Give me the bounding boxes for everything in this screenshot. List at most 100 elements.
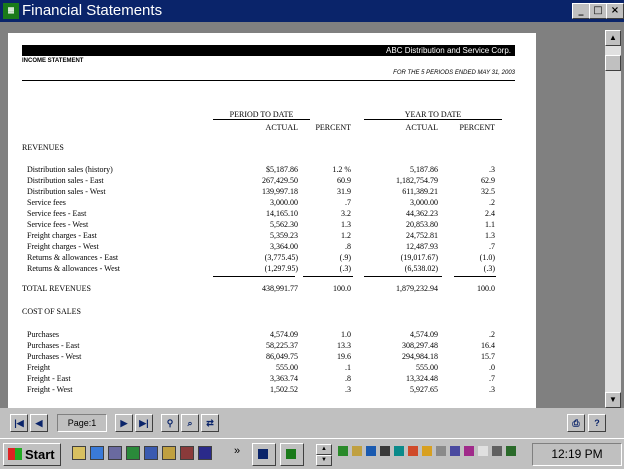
ptd-percent-header: PERCENT <box>315 123 351 132</box>
browser-icon[interactable] <box>90 446 104 460</box>
print-icon[interactable]: ⎙ <box>567 414 585 432</box>
minimize-button[interactable]: _ <box>572 3 590 19</box>
scroll-thumb[interactable] <box>605 55 621 71</box>
year-to-date-header: YEAR TO DATE <box>364 110 502 120</box>
table-row: Returns & allowances - East (3,775.45) (.9… <box>8 252 536 263</box>
tray-icon[interactable] <box>506 446 516 456</box>
total-revenues-row: TOTAL REVENUES 438,991.77 100.0 1,879,23… <box>8 283 536 294</box>
tray-icon[interactable] <box>478 446 488 456</box>
tray-icon[interactable] <box>408 446 418 456</box>
ptd-actual: 5,359.23 <box>270 231 298 240</box>
total-rule <box>454 276 496 277</box>
row-label: Freight - West <box>27 385 73 394</box>
ytd-percent: .3 <box>489 165 495 174</box>
ptd-percent: 31.9 <box>337 187 351 196</box>
start-button[interactable]: Start <box>3 443 61 466</box>
tray-icon[interactable] <box>492 446 502 456</box>
ptd-actual: 3,364.00 <box>270 242 298 251</box>
row-label: Service fees <box>27 198 66 207</box>
financial-statements-task[interactable] <box>280 443 304 466</box>
table-row: Service fees - East 14,165.10 3.2 44,362.23… <box>8 208 536 219</box>
row-label: Purchases <box>27 330 59 339</box>
ptd-actual: $5,187.86 <box>266 165 298 174</box>
taskbar: Start » ▲ ▼ 12:19 PM <box>0 438 624 469</box>
ytd-percent: .7 <box>489 374 495 383</box>
ytd-percent: (1.0) <box>479 253 495 262</box>
period-to-date-header: PERIOD TO DATE <box>213 110 310 120</box>
export-icon[interactable]: ⇄ <box>201 414 219 432</box>
table-row: Distribution sales (history) $5,187.86 1.2… <box>8 164 536 175</box>
ytd-actual: 13,324.48 <box>406 374 438 383</box>
zoom-icon[interactable]: ⌕ <box>181 414 199 432</box>
table-row: Freight 555.00 .1 555.00 .0 <box>8 362 536 373</box>
previous-page-button[interactable]: ◀ <box>30 414 48 432</box>
app-icon[interactable] <box>162 446 176 460</box>
ptd-percent: (.3) <box>339 264 351 273</box>
scroll-down-button[interactable]: ▼ <box>605 392 621 408</box>
close-button[interactable]: × <box>606 3 624 19</box>
ytd-percent: 1.1 <box>485 220 495 229</box>
spreadsheet-icon: ▦ <box>3 3 19 19</box>
tray-icon[interactable] <box>338 446 348 456</box>
scroll-up-button[interactable]: ▲ <box>605 30 621 46</box>
ptd-actual-header: ACTUAL <box>265 123 298 132</box>
tray-icon[interactable] <box>464 446 474 456</box>
tray-icon[interactable] <box>436 446 446 456</box>
tray-icon[interactable] <box>450 446 460 456</box>
ptd-actual: 438,991.77 <box>262 284 298 293</box>
row-label: Service fees - West <box>27 220 89 229</box>
ytd-actual: 20,853.80 <box>406 220 438 229</box>
taskbar-scroll-up[interactable]: ▲ <box>316 444 332 455</box>
row-label: Freight charges - West <box>27 242 99 251</box>
last-page-button[interactable]: ▶| <box>135 414 153 432</box>
next-page-button[interactable]: ▶ <box>115 414 133 432</box>
desktop-icon[interactable] <box>72 446 86 460</box>
binoculars-icon[interactable]: ⚲ <box>161 414 179 432</box>
report-page: ABC Distribution and Service Corp. INCOM… <box>8 33 536 408</box>
ytd-actual-header: ACTUAL <box>405 123 438 132</box>
total-rule <box>303 276 353 277</box>
tray-icon[interactable] <box>366 446 376 456</box>
app-icon[interactable] <box>198 446 212 460</box>
table-row: Distribution sales - West 139,997.18 31.9 6… <box>8 186 536 197</box>
tray-icon[interactable] <box>394 446 404 456</box>
ptd-actual: 267,429.50 <box>262 176 298 185</box>
ptd-percent: (.9) <box>339 253 351 262</box>
row-label: Freight <box>27 363 51 372</box>
vertical-scrollbar[interactable]: ▲ ▼ <box>605 30 621 408</box>
ptd-actual: 86,049.75 <box>266 352 298 361</box>
table-row: Purchases - West 86,049.75 19.6 294,984.18 1… <box>8 351 536 362</box>
taskbar-app-button[interactable] <box>252 443 276 466</box>
report-viewer: ABC Distribution and Service Corp. INCOM… <box>0 22 624 408</box>
quicklaunch-chevron[interactable]: » <box>234 445 240 457</box>
table-row: Freight - East 3,363.74 .8 13,324.48 .7 <box>8 373 536 384</box>
ptd-actual: 3,000.00 <box>270 198 298 207</box>
explorer-icon[interactable] <box>108 446 122 460</box>
ytd-actual: 24,752.81 <box>406 231 438 240</box>
app-icon[interactable] <box>144 446 158 460</box>
ptd-percent: .8 <box>345 242 351 251</box>
company-header: ABC Distribution and Service Corp. <box>22 45 515 56</box>
page-number-field[interactable]: Page:1 <box>57 414 107 432</box>
table-row: Returns & allowances - West (1,297.95) (.3… <box>8 263 536 274</box>
tray-icon[interactable] <box>422 446 432 456</box>
first-page-button[interactable]: |◀ <box>10 414 28 432</box>
ytd-actual: 1,182,754.79 <box>396 176 438 185</box>
ytd-percent: .2 <box>489 330 495 339</box>
excel-icon[interactable] <box>126 446 140 460</box>
start-label: Start <box>25 447 55 462</box>
maximize-button[interactable]: □ <box>589 3 607 19</box>
ytd-percent: 100.0 <box>477 284 495 293</box>
tray-icon[interactable] <box>380 446 390 456</box>
app-icon[interactable] <box>180 446 194 460</box>
tray-icon[interactable] <box>352 446 362 456</box>
taskbar-scroll-down[interactable]: ▼ <box>316 455 332 466</box>
help-icon[interactable]: ? <box>588 414 606 432</box>
ytd-actual: 611,389.21 <box>402 187 438 196</box>
ytd-percent: .0 <box>489 363 495 372</box>
clock[interactable]: 12:19 PM <box>532 443 622 466</box>
table-row: Service fees 3,000.00 .7 3,000.00 .2 <box>8 197 536 208</box>
ptd-percent: 1.3 <box>341 220 351 229</box>
ytd-actual: 3,000.00 <box>410 198 438 207</box>
ptd-percent: 13.3 <box>337 341 351 350</box>
